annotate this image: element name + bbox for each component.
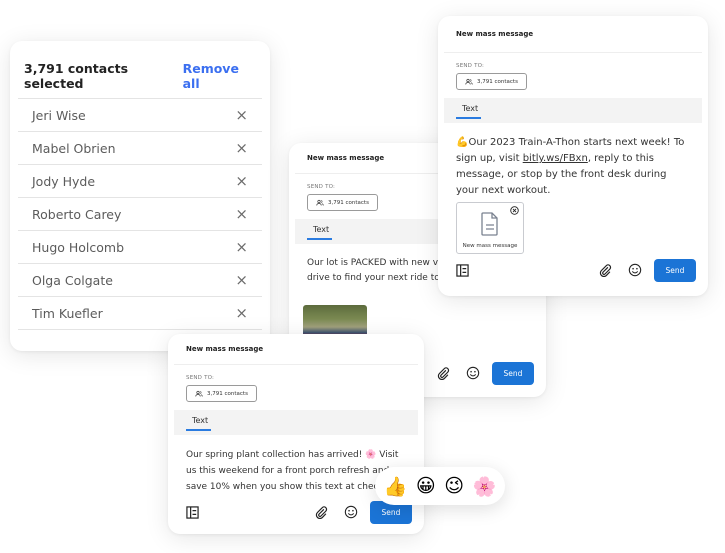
document-icon [481, 212, 498, 236]
message-card-title: New mass message [456, 30, 534, 38]
remove-contact-icon[interactable]: × [235, 238, 248, 256]
active-tab-indicator [456, 117, 481, 119]
contact-row: Hugo Holcomb × [18, 231, 262, 264]
template-icon[interactable] [186, 505, 199, 519]
recipients-count: 3,791 contacts [328, 199, 369, 206]
file-attachment[interactable]: New mass message [456, 202, 524, 254]
winking-face-emoji[interactable]: 😉 [444, 475, 464, 497]
contact-name: Jody Hyde [32, 173, 96, 189]
tab-text[interactable]: Text [313, 225, 329, 234]
flexed-biceps-emoji: 💪 [456, 137, 469, 148]
people-icon [465, 78, 473, 85]
remove-attachment-icon[interactable] [510, 206, 519, 215]
short-link[interactable]: bitly.ws/FBxn [523, 153, 588, 164]
message-card-gym: New mass message SEND TO: 3,791 contacts… [438, 16, 708, 296]
contact-name: Hugo Holcomb [32, 239, 125, 255]
active-tab-indicator [307, 238, 332, 240]
contact-name: Mabel Obrien [32, 140, 116, 156]
recipients-count: 3,791 contacts [207, 390, 248, 397]
remove-contact-icon[interactable]: × [235, 304, 248, 322]
remove-all-button[interactable]: Remove all [183, 61, 256, 91]
attach-icon[interactable] [437, 366, 450, 380]
message-type-tabbar: Text [444, 98, 702, 123]
message-card-plant: New mass message SEND TO: 3,791 contacts… [168, 334, 424, 534]
active-tab-indicator [186, 429, 211, 431]
contact-name: Tim Kuefler [32, 305, 103, 321]
emoji-icon[interactable] [466, 366, 480, 380]
message-type-tabbar: Text [174, 410, 418, 435]
recipients-count: 3,791 contacts [477, 78, 518, 85]
send-to-label: SEND TO: [456, 63, 485, 69]
remove-contact-icon[interactable]: × [235, 205, 248, 223]
emoji-icon[interactable] [344, 505, 358, 519]
contact-row: Mabel Obrien × [18, 132, 262, 165]
tab-text[interactable]: Text [462, 104, 478, 113]
attachment-name: New mass message [462, 243, 518, 249]
attach-icon[interactable] [315, 505, 328, 519]
send-to-label: SEND TO: [186, 375, 215, 381]
contacts-count-title: 3,791 contacts selected [24, 61, 129, 91]
contact-row: Jody Hyde × [18, 165, 262, 198]
remove-contact-icon[interactable]: × [235, 139, 248, 157]
emoji-reaction-picker: 👍 😀 😉 🌸 [375, 467, 505, 505]
recipients-pill[interactable]: 3,791 contacts [307, 194, 378, 211]
cherry-blossom-emoji: 🌸 [365, 450, 377, 460]
recipients-pill[interactable]: 3,791 contacts [186, 385, 257, 402]
contact-name: Olga Colgate [32, 272, 113, 288]
cherry-blossom-emoji[interactable]: 🌸 [473, 475, 497, 498]
selected-contacts-panel: 3,791 contacts selected Remove all Jeri … [10, 41, 270, 351]
thumbs-up-emoji[interactable]: 👍 [384, 475, 408, 498]
send-button[interactable]: Send [654, 258, 696, 282]
remove-contact-icon[interactable]: × [235, 172, 248, 190]
tab-text[interactable]: Text [192, 416, 208, 425]
contact-row: Olga Colgate × [18, 264, 262, 297]
contact-row: Tim Kuefler × [18, 297, 262, 330]
contact-row: Roberto Carey × [18, 198, 262, 231]
message-card-title: New mass message [307, 154, 385, 162]
contact-name: Jeri Wise [32, 107, 86, 123]
remove-contact-icon[interactable]: × [235, 106, 248, 124]
contacts-list: Jeri Wise × Mabel Obrien × Jody Hyde × Robe… [18, 98, 262, 330]
people-icon [316, 199, 324, 206]
attach-icon[interactable] [599, 263, 612, 277]
remove-contact-icon[interactable]: × [235, 271, 248, 289]
recipients-pill[interactable]: 3,791 contacts [456, 73, 527, 90]
emoji-icon[interactable] [628, 263, 642, 277]
contact-name: Roberto Carey [32, 206, 122, 222]
message-body[interactable]: 💪Our 2023 Train-A-Thon starts next week!… [456, 135, 691, 199]
send-button[interactable]: Send [492, 361, 534, 385]
contact-row: Jeri Wise × [18, 99, 262, 132]
template-icon[interactable] [456, 263, 469, 277]
grinning-face-emoji[interactable]: 😀 [416, 475, 436, 497]
message-card-title: New mass message [186, 345, 264, 353]
people-icon [195, 390, 203, 397]
